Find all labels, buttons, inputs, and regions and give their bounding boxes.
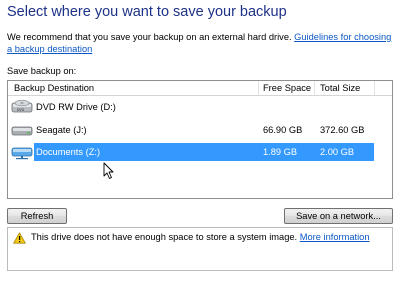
refresh-button[interactable]: Refresh bbox=[7, 208, 67, 224]
more-information-link[interactable]: More information bbox=[300, 232, 370, 242]
destination-name: Documents (Z:) bbox=[36, 147, 101, 157]
save-on-network-button[interactable]: Save on a network... bbox=[284, 208, 393, 224]
destination-name: DVD RW Drive (D:) bbox=[36, 102, 116, 112]
message-sentence: This drive does not have enough space to… bbox=[31, 232, 300, 242]
list-header: Backup Destination Free Space Total Size bbox=[8, 81, 392, 96]
mouse-cursor-icon bbox=[103, 162, 114, 179]
column-header-free-space[interactable]: Free Space bbox=[263, 83, 311, 93]
column-separator[interactable] bbox=[314, 81, 315, 95]
intro-text: We recommend that you save your backup o… bbox=[7, 31, 397, 55]
backup-destination-list[interactable]: Backup Destination Free Space Total Size… bbox=[7, 80, 393, 199]
page-title: Select where you want to save your backu… bbox=[7, 4, 287, 20]
save-backup-label: Save backup on: bbox=[7, 66, 77, 76]
column-separator[interactable] bbox=[374, 81, 375, 95]
column-header-total-size[interactable]: Total Size bbox=[320, 83, 360, 93]
total-size-value: 372.60 GB bbox=[320, 125, 365, 135]
free-space-value: 1.89 GB bbox=[263, 147, 298, 157]
free-space-value: 66.90 GB bbox=[263, 125, 303, 135]
destination-name: Seagate (J:) bbox=[36, 125, 87, 135]
dvd-drive-icon: DVD bbox=[11, 99, 33, 113]
list-item-documents[interactable]: Documents (Z:) 1.89 GB 2.00 GB bbox=[8, 143, 392, 161]
hard-drive-icon bbox=[11, 126, 33, 136]
message-text: This drive does not have enough space to… bbox=[31, 232, 370, 242]
column-separator[interactable] bbox=[258, 81, 259, 95]
total-size-value: 2.00 GB bbox=[320, 147, 355, 157]
svg-text:DVD: DVD bbox=[17, 108, 25, 112]
network-drive-icon bbox=[11, 147, 33, 160]
list-item-dvd-drive[interactable]: DVD DVD RW Drive (D:) bbox=[8, 98, 392, 116]
warning-icon bbox=[13, 232, 26, 244]
column-header-destination[interactable]: Backup Destination bbox=[14, 83, 94, 93]
message-box: This drive does not have enough space to… bbox=[7, 227, 393, 271]
list-item-seagate[interactable]: Seagate (J:) 66.90 GB 372.60 GB bbox=[8, 121, 392, 139]
intro-sentence: We recommend that you save your backup o… bbox=[7, 32, 295, 42]
